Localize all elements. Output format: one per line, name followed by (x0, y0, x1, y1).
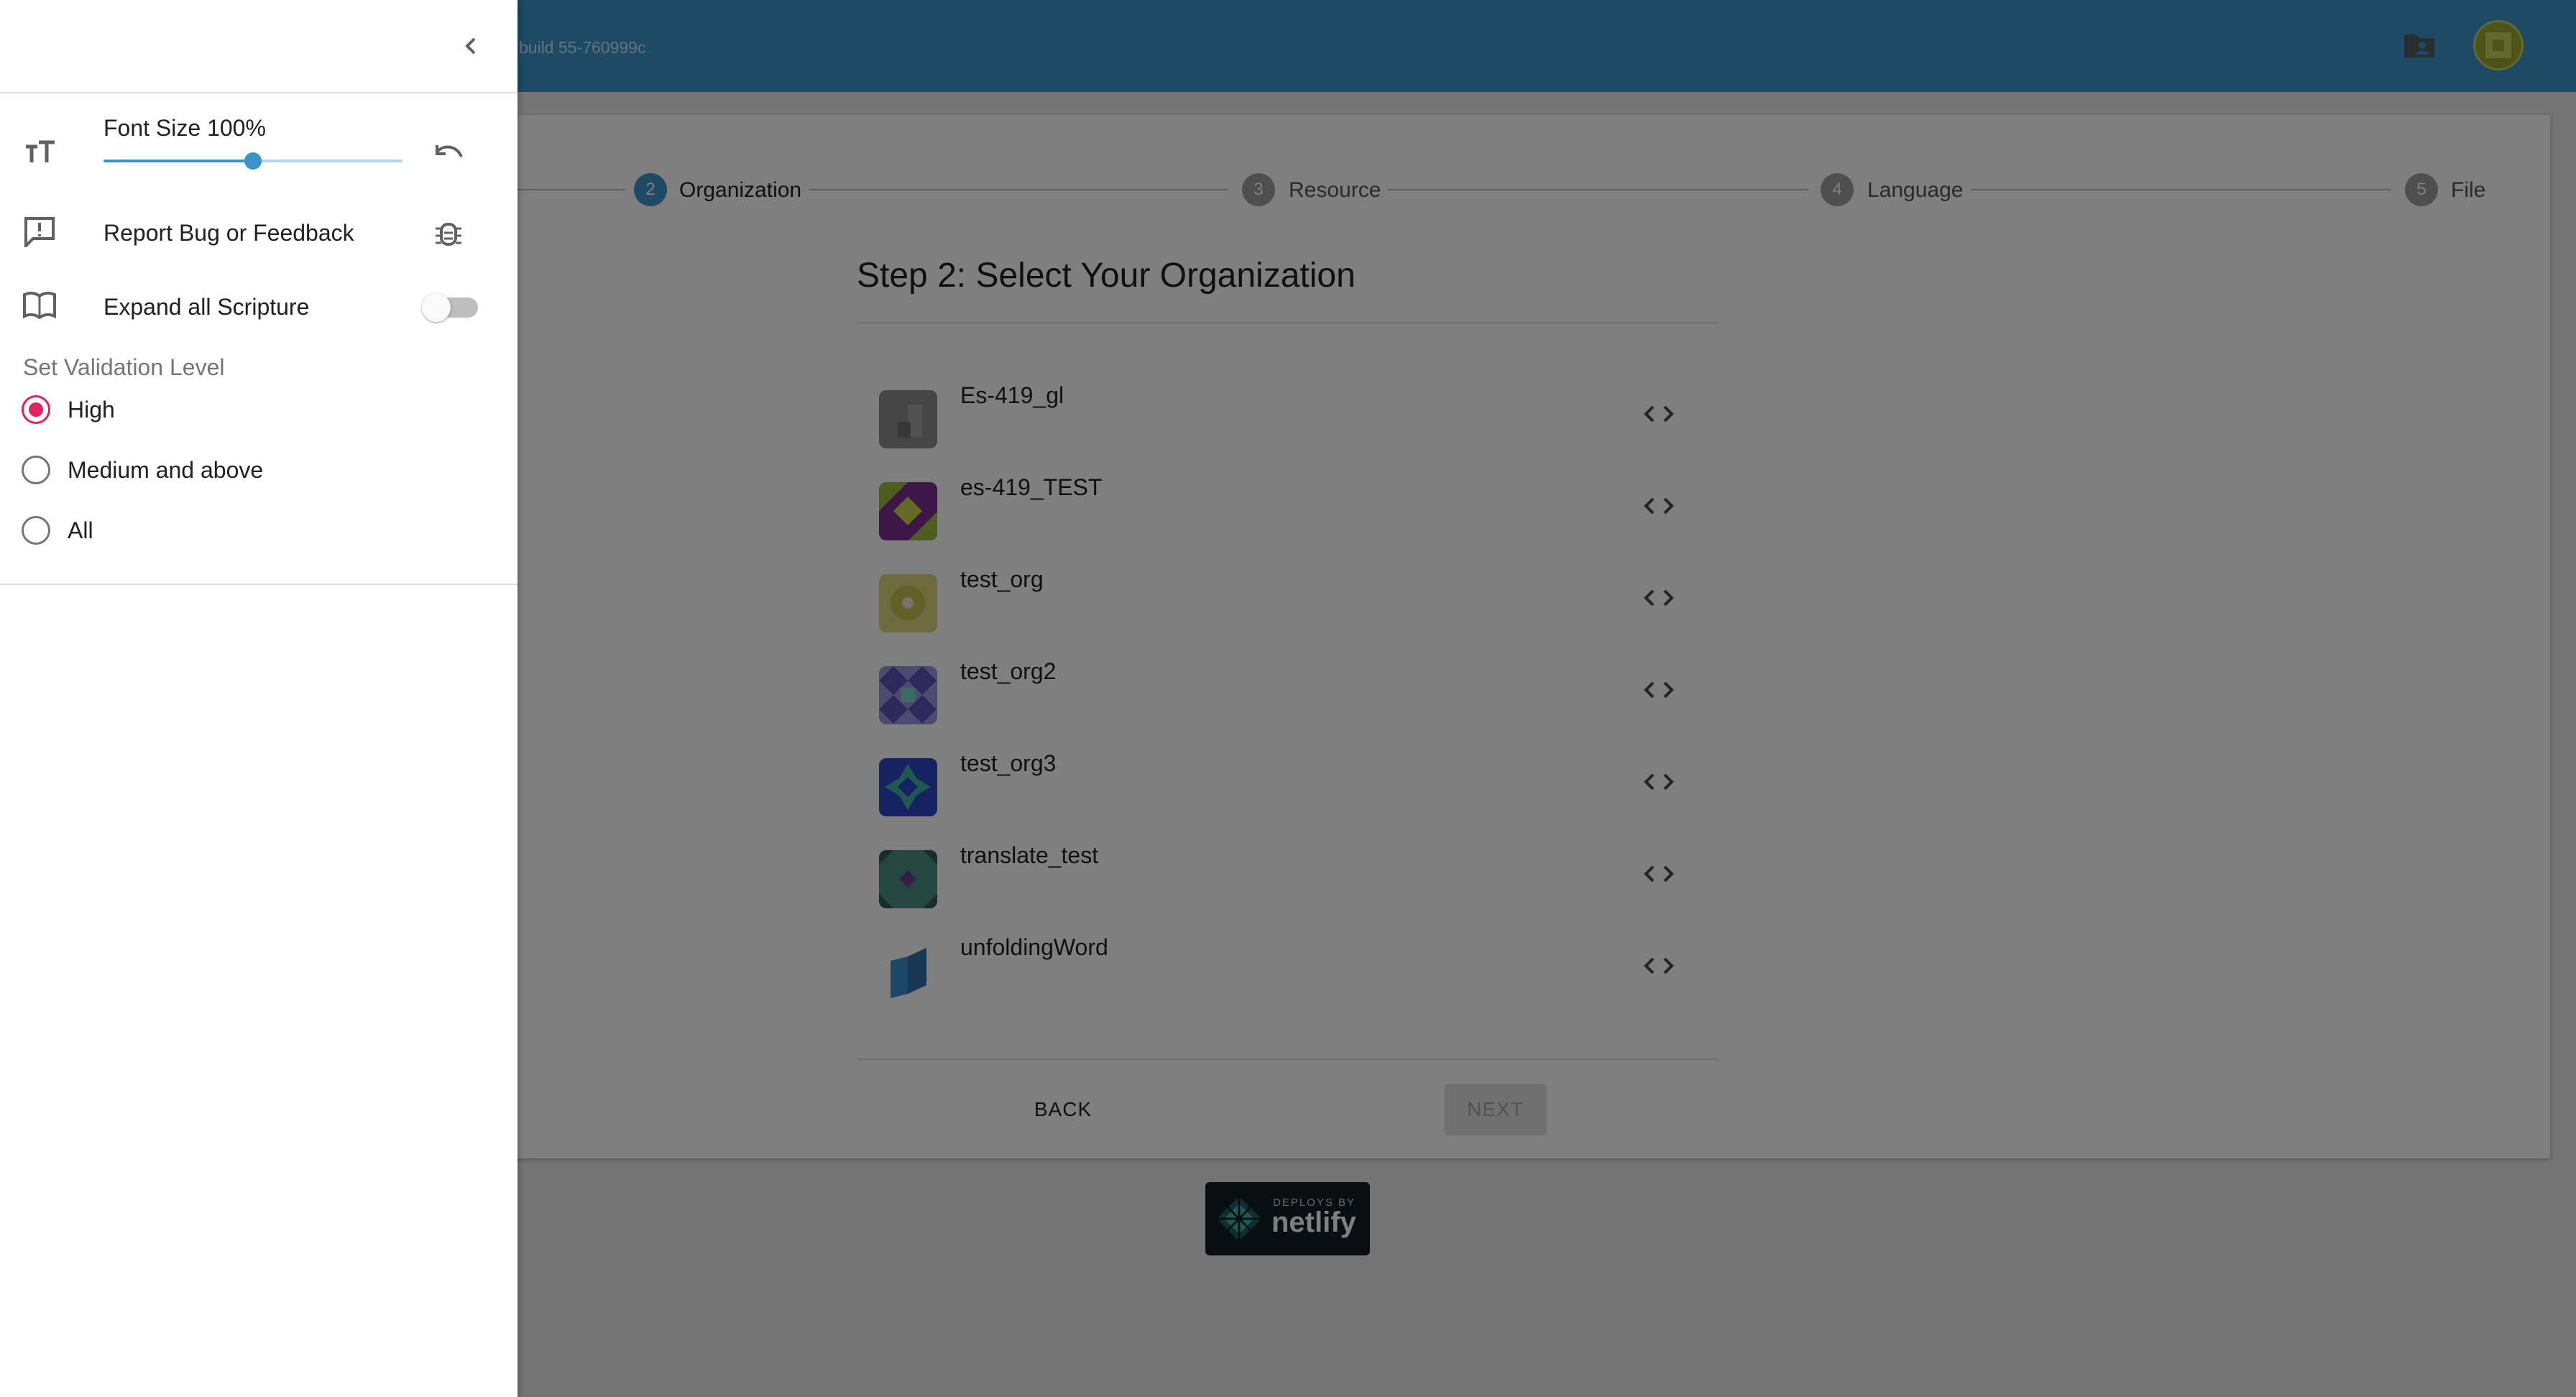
report-bug-label[interactable]: Report Bug or Feedback (104, 220, 354, 246)
text-size-icon (23, 138, 58, 167)
radio-high[interactable] (22, 395, 50, 424)
radio-all[interactable] (22, 516, 50, 545)
font-size-slider-thumb[interactable] (244, 152, 262, 170)
validation-level-heading: Set Validation Level (23, 354, 225, 380)
undo-icon[interactable] (431, 138, 466, 167)
divider (0, 584, 518, 585)
settings-drawer (0, 0, 518, 1397)
divider (0, 92, 518, 93)
radio-high-label[interactable]: High (68, 397, 115, 423)
radio-all-label[interactable]: All (68, 517, 93, 544)
bug-icon[interactable] (433, 217, 464, 249)
book-icon (22, 290, 58, 320)
font-size-slider-fill (104, 160, 253, 162)
expand-scripture-toggle-thumb[interactable] (422, 293, 451, 322)
chevron-left-icon[interactable] (457, 32, 486, 60)
radio-medium[interactable] (22, 456, 50, 484)
radio-medium-label[interactable]: Medium and above (68, 457, 263, 484)
expand-scripture-label: Expand all Scripture (104, 294, 310, 320)
font-size-label: Font Size 100% (104, 115, 266, 141)
feedback-icon (23, 216, 56, 249)
